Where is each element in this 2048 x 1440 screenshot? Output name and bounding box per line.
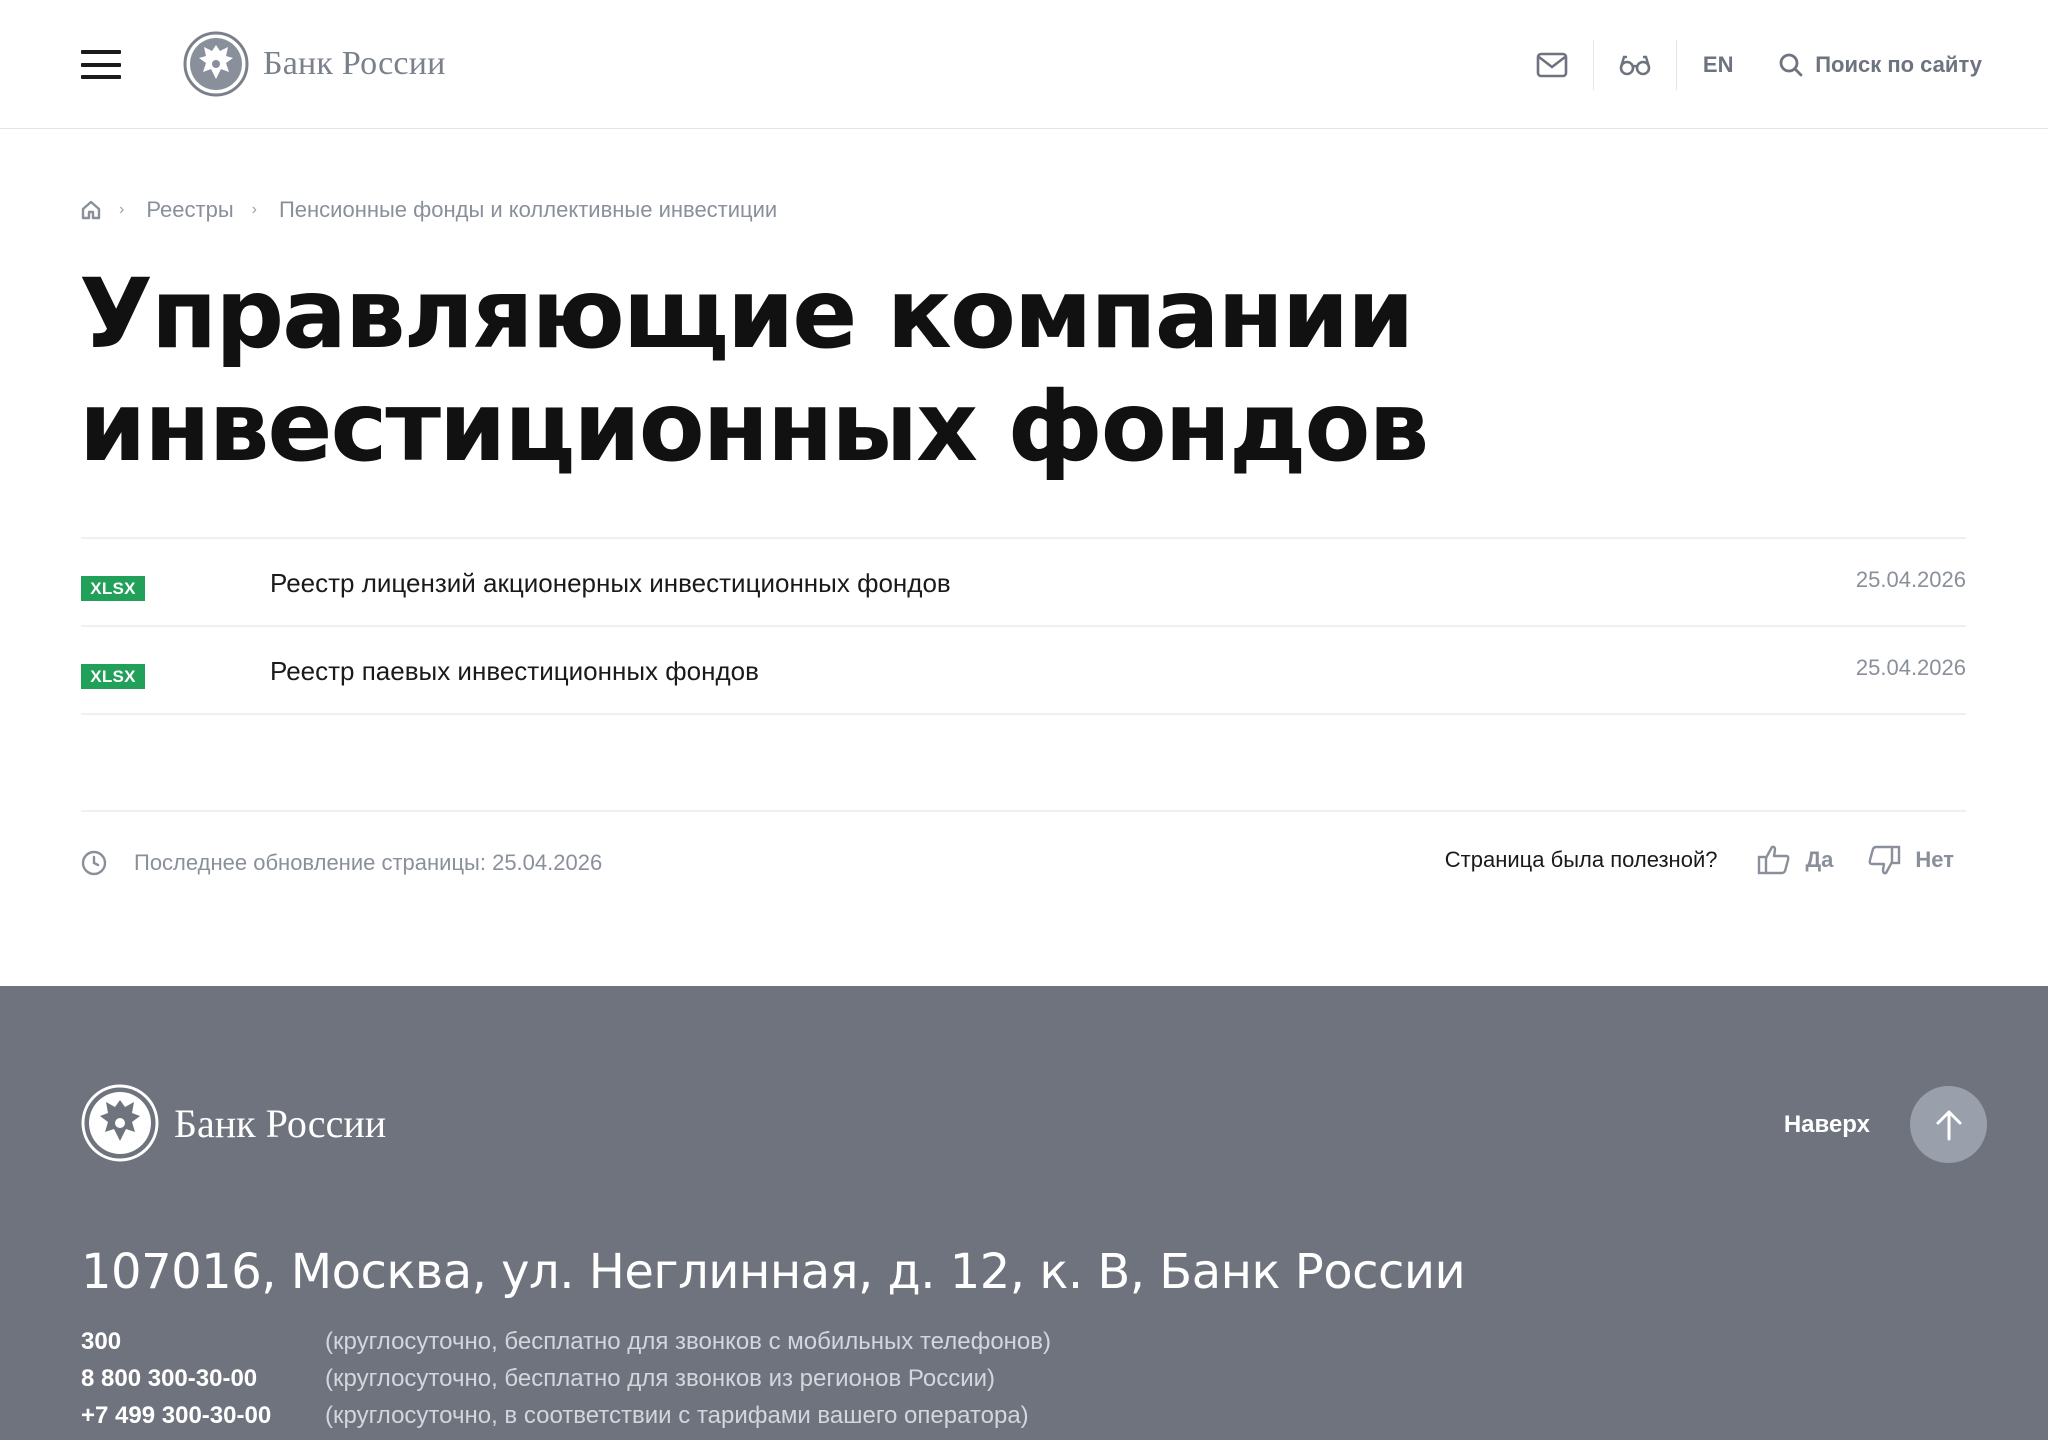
breadcrumb-separator: › — [251, 201, 257, 218]
accessibility-button[interactable] — [1594, 40, 1676, 90]
home-icon[interactable] — [81, 200, 101, 220]
phone-row: +7 499 300-30-00 (круглосуточно, в соотв… — [81, 1397, 1051, 1434]
site-footer: Банк России Наверх 107016, Москва, ул. Н… — [0, 986, 2048, 1440]
site-logo[interactable]: Банк России — [183, 31, 446, 97]
phone-list: 300 (круглосуточно, бесплатно для звонко… — [81, 1323, 1051, 1434]
document-title[interactable]: Реестр паевых инвестиционных фондов — [270, 656, 759, 687]
document-date: 25.04.2026 — [1855, 655, 1966, 680]
phone-number[interactable]: 8 800 300-30-00 — [81, 1365, 325, 1393]
thumb-down-icon — [1868, 845, 1901, 875]
logo-text: Банк России — [263, 45, 446, 82]
scroll-to-top[interactable]: Наверх — [1784, 1086, 1987, 1163]
breadcrumb-separator: › — [119, 201, 125, 218]
last-updated-text: Последнее обновление страницы: 25.04.202… — [134, 850, 603, 875]
breadcrumb-item[interactable]: Реестры — [146, 197, 233, 223]
phone-note: (круглосуточно, бесплатно для звонков с … — [325, 1327, 1052, 1355]
document-title[interactable]: Реестр лицензий акционерных инвестиционн… — [270, 568, 951, 599]
header-tools: EN Поиск по сайту — [1511, 40, 1982, 90]
arrow-up-icon — [1936, 1110, 1961, 1140]
footer-address: 107016, Москва, ул. Неглинная, д. 12, к.… — [81, 1244, 1466, 1300]
file-format-badge: XLSX — [81, 664, 145, 689]
search-button[interactable]: Поиск по сайту — [1759, 40, 1982, 90]
feedback-no-button[interactable]: Нет — [1867, 844, 1954, 876]
document-list: XLSX Реестр лицензий акционерных инвести… — [81, 537, 1966, 715]
footer-logo[interactable]: Банк России — [81, 1084, 386, 1162]
emblem-icon — [183, 31, 249, 97]
mail-icon — [1536, 52, 1568, 78]
phone-row: 300 (круглосуточно, бесплатно для звонко… — [81, 1323, 1051, 1360]
menu-icon[interactable] — [81, 50, 121, 79]
to-top-button[interactable] — [1910, 1086, 1987, 1163]
phone-note: (круглосуточно, в соответствии с тарифам… — [325, 1401, 1029, 1429]
feedback-question: Страница была полезной? — [1444, 847, 1718, 872]
thumb-up-icon — [1758, 845, 1790, 875]
document-date: 25.04.2026 — [1855, 567, 1966, 592]
feedback-yes-label: Да — [1805, 847, 1834, 872]
language-switch[interactable]: EN — [1677, 40, 1759, 90]
phone-number[interactable]: 300 — [81, 1328, 325, 1356]
search-icon — [1779, 53, 1803, 77]
feedback: Страница была полезной? Да Нет — [1445, 844, 1954, 876]
search-label: Поиск по сайту — [1815, 52, 1982, 77]
clock-icon — [81, 850, 107, 876]
site-header: Банк России EN Поиск по сайту — [0, 0, 2048, 129]
phone-note: (круглосуточно, бесплатно для звонков из… — [325, 1364, 996, 1392]
document-row[interactable]: XLSX Реестр лицензий акционерных инвести… — [81, 539, 1966, 627]
phone-row: 8 800 300-30-00 (круглосуточно, бесплатн… — [81, 1360, 1051, 1397]
breadcrumb-item[interactable]: Пенсионные фонды и коллективные инвестиц… — [279, 197, 777, 223]
phone-number[interactable]: +7 499 300-30-00 — [81, 1402, 325, 1430]
to-top-label: Наверх — [1783, 1110, 1870, 1138]
page-meta: Последнее обновление страницы: 25.04.202… — [81, 810, 1966, 910]
emblem-icon — [81, 1084, 159, 1162]
glasses-icon — [1619, 55, 1651, 76]
page-title: Управляющие компании инвестиционных фонд… — [79, 258, 1429, 483]
feedback-no-label: Нет — [1915, 847, 1954, 872]
last-updated: Последнее обновление страницы: 25.04.202… — [81, 850, 602, 876]
breadcrumb: › Реестры › Пенсионные фонды и коллектив… — [81, 196, 777, 224]
footer-logo-text: Банк России — [174, 1100, 387, 1146]
mail-button[interactable] — [1511, 40, 1593, 90]
feedback-yes-button[interactable]: Да — [1757, 844, 1833, 876]
file-format-badge: XLSX — [81, 576, 145, 601]
document-row[interactable]: XLSX Реестр паевых инвестиционных фондов… — [81, 627, 1966, 715]
